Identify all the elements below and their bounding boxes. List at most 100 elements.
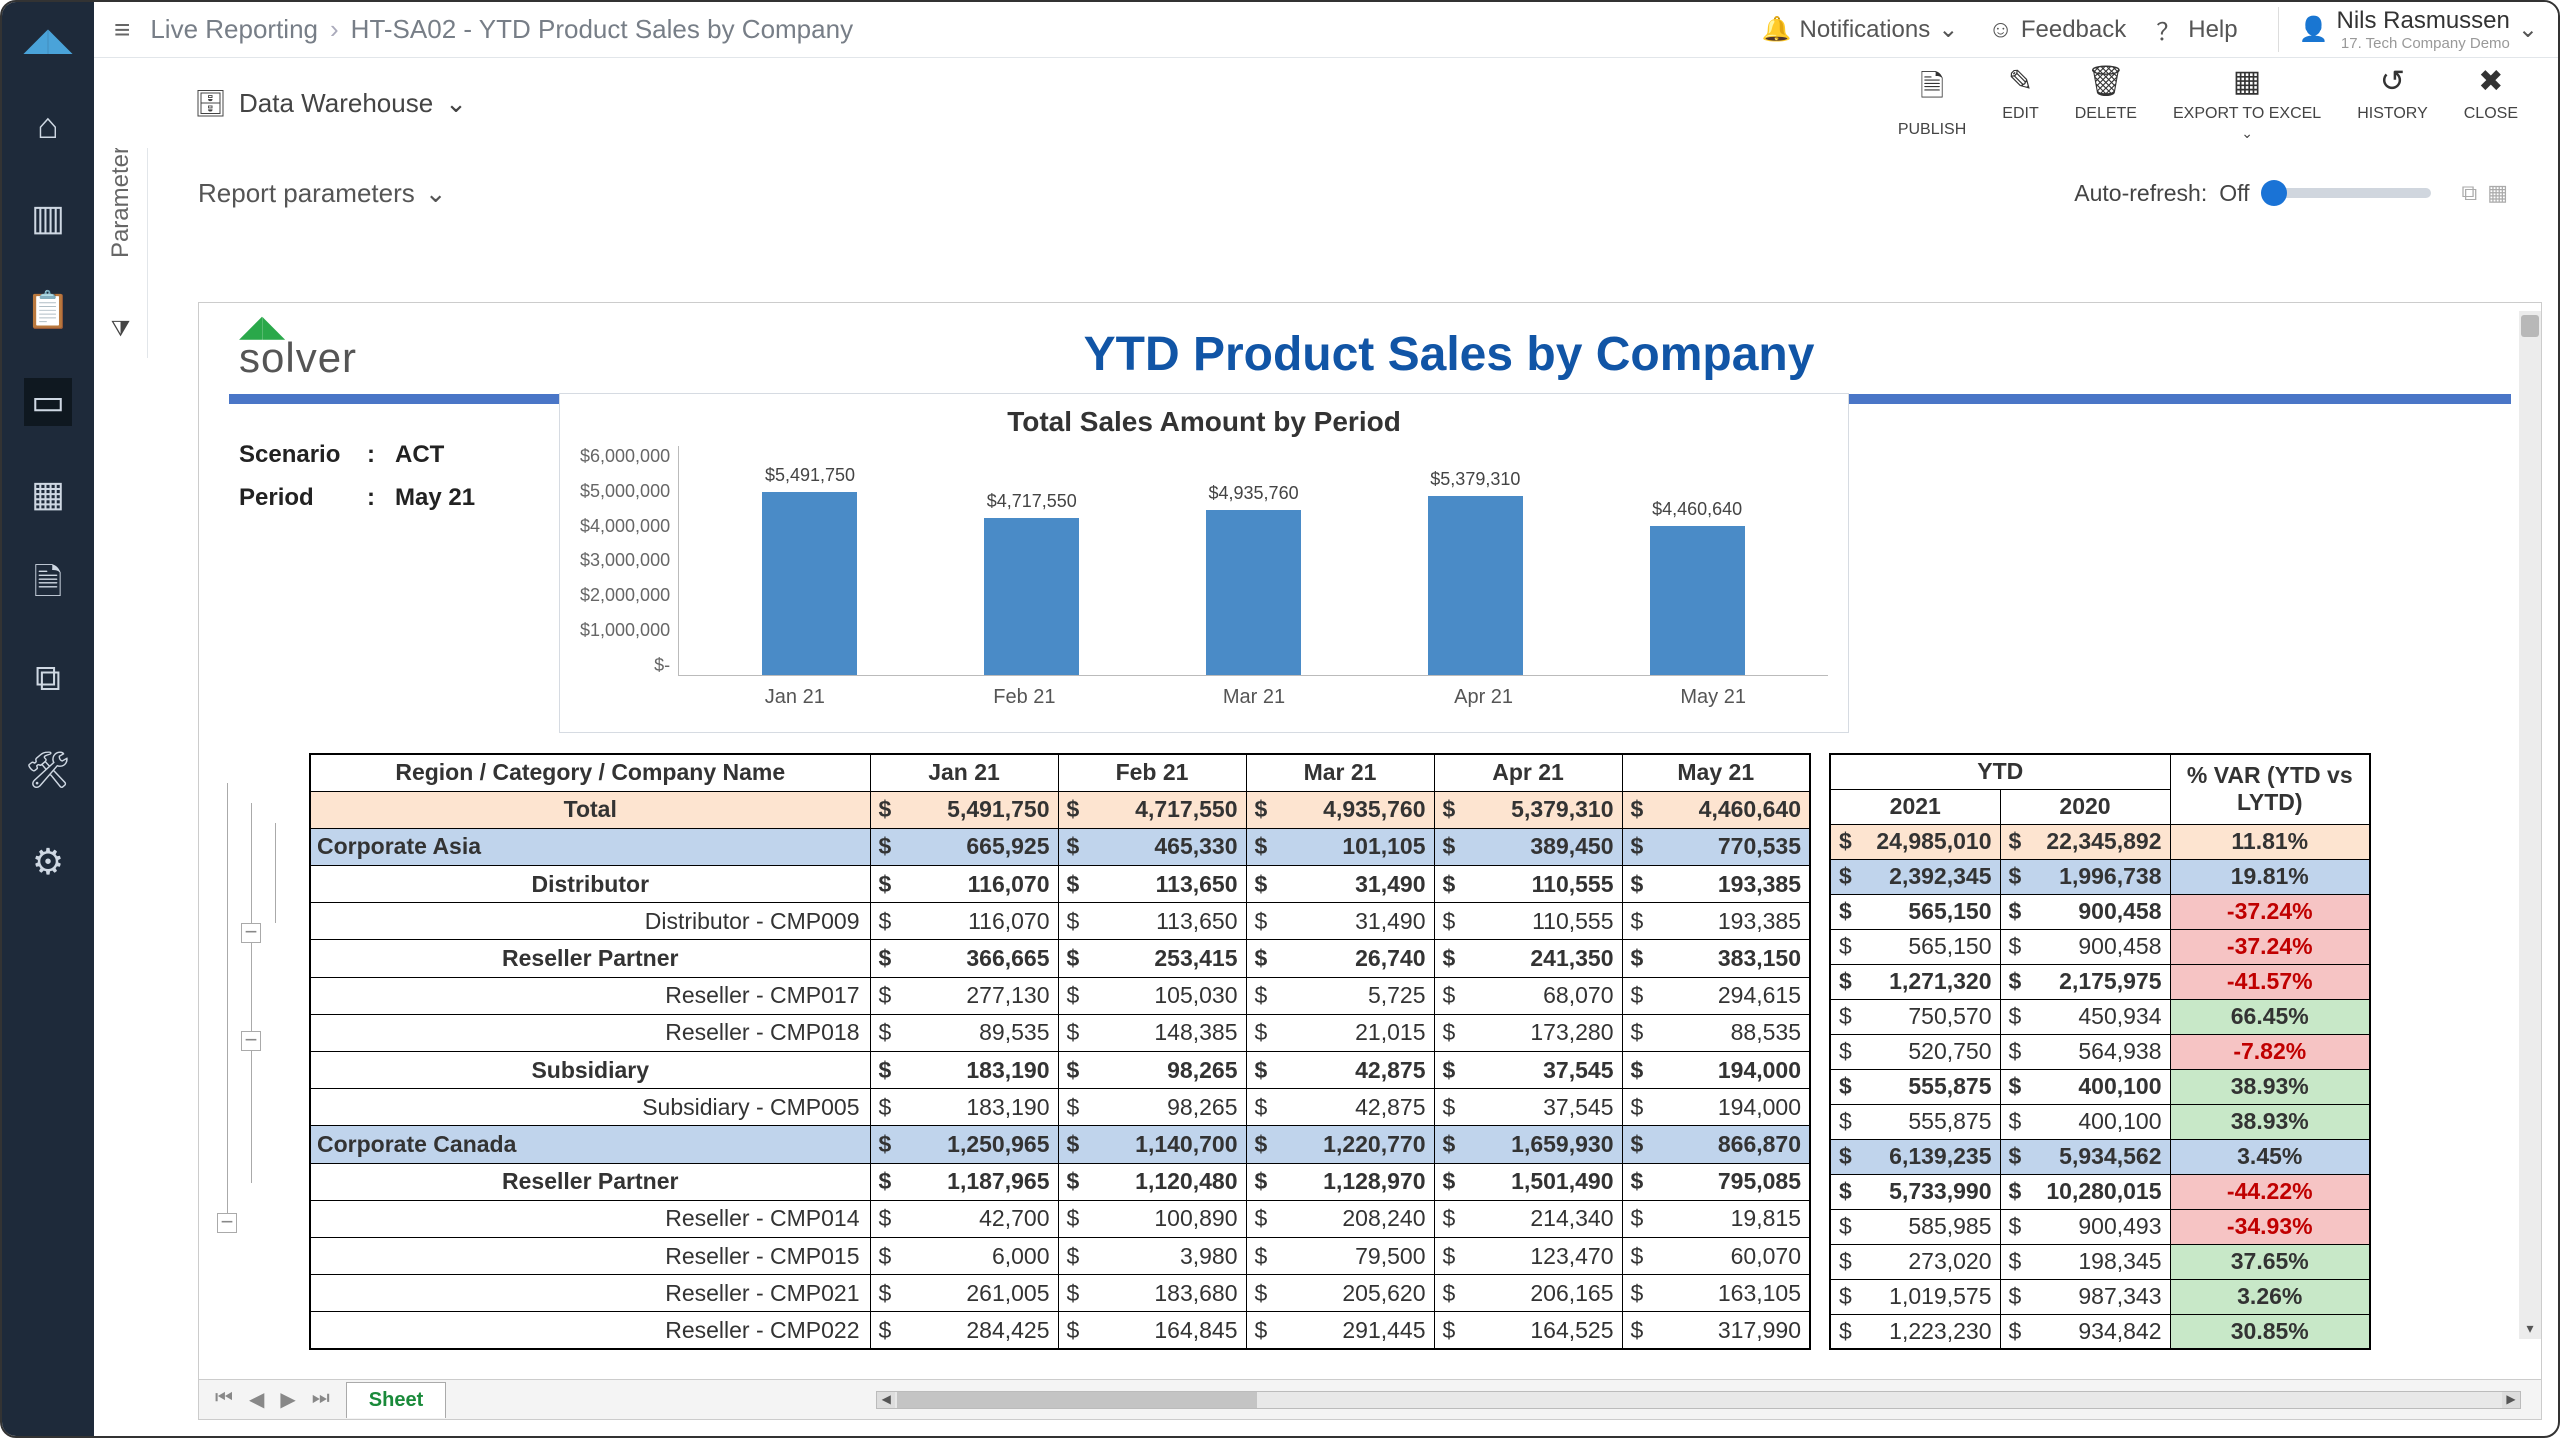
cell: $116,070 — [870, 866, 1058, 903]
notifications-button[interactable]: 🔔 Notifications ⌄ — [1762, 15, 1959, 44]
export-button[interactable]: ▦EXPORT TO EXCEL⌄ — [2173, 64, 2321, 142]
history-button[interactable]: ↺HISTORY — [2357, 64, 2428, 142]
cell: $277,130 — [870, 977, 1058, 1014]
table-row: $6,139,235$5,934,5623.45% — [1830, 1139, 2370, 1174]
table-row: $273,020$198,34537.65% — [1830, 1244, 2370, 1279]
row-label: Distributor — [310, 866, 870, 903]
nav-document-user-icon[interactable]: 🗎 — [24, 562, 72, 610]
nav-tools-icon[interactable]: 🛠 — [24, 746, 72, 794]
grid-icon[interactable]: ▦ — [2487, 180, 2508, 206]
header-bar: ≡ Live Reporting › HT-SA02 - YTD Product… — [94, 2, 2558, 58]
report-parameters-row: Report parameters ⌄ Auto-refresh: Off ⧉ … — [148, 148, 2558, 238]
variance-cell: 3.45% — [2170, 1139, 2370, 1174]
nav-settings-icon[interactable]: ⚙ — [24, 838, 72, 886]
cell: $555,875 — [1830, 1104, 2000, 1139]
hamburger-icon[interactable]: ≡ — [114, 14, 130, 46]
cell: $98,265 — [1058, 1052, 1246, 1089]
cell: $164,845 — [1058, 1312, 1246, 1349]
horizontal-scrollbar[interactable]: ◀ ▶ — [876, 1391, 2521, 1409]
row-label: Reseller - CMP014 — [310, 1200, 870, 1237]
ytd-table: YTD% VAR (YTD vs LYTD)20212020$24,985,01… — [1829, 753, 2371, 1350]
cell: $934,842 — [2000, 1314, 2170, 1349]
help-button[interactable]: ？ Help — [2156, 12, 2237, 47]
cell: $2,175,975 — [2000, 964, 2170, 999]
cell: $1,019,575 — [1830, 1279, 2000, 1314]
table-row: $5,733,990$10,280,015-44.22% — [1830, 1174, 2370, 1209]
cell: $1,128,970 — [1246, 1163, 1434, 1200]
cell: $89,535 — [870, 1014, 1058, 1051]
edit-button[interactable]: ✎EDIT — [2002, 64, 2038, 142]
cell: $5,379,310 — [1434, 791, 1622, 828]
cell: $183,190 — [870, 1052, 1058, 1089]
filter-icon[interactable]: ⧩ — [111, 316, 131, 342]
cell: $400,100 — [2000, 1069, 2170, 1104]
cell: $795,085 — [1622, 1163, 1810, 1200]
cell: $450,934 — [2000, 999, 2170, 1034]
nav-clipboard-icon[interactable]: 📋 — [24, 286, 72, 334]
cell: $183,680 — [1058, 1275, 1246, 1312]
feedback-button[interactable]: ☺ Feedback — [1988, 16, 2126, 44]
table-row: $585,985$900,493-34.93% — [1830, 1209, 2370, 1244]
table-row: Corporate Asia$665,925$465,330$101,105$3… — [310, 828, 1810, 865]
nav-home-icon[interactable]: ⌂ — [24, 102, 72, 150]
trash-icon: 🗑 — [2087, 64, 2125, 99]
cell: $98,265 — [1058, 1089, 1246, 1126]
database-icon: 🗄 — [194, 88, 227, 119]
sheet-nav: ⏮ ◀ ▶ ⏭ — [199, 1387, 346, 1412]
prev-sheet-icon[interactable]: ◀ — [243, 1387, 270, 1412]
cell: $26,740 — [1246, 940, 1434, 977]
table-corner-header: Region / Category / Company Name — [310, 754, 870, 791]
next-sheet-icon[interactable]: ▶ — [274, 1387, 301, 1412]
user-menu[interactable]: 👤 Nils Rasmussen 17. Tech Company Demo ⌄ — [2278, 7, 2538, 52]
user-sub: 17. Tech Company Demo — [2337, 35, 2510, 52]
ytd-year-header: 2020 — [2000, 789, 2170, 824]
table-row: Corporate Canada$1,250,965$1,140,700$1,2… — [310, 1126, 1810, 1163]
breadcrumb: Live Reporting › HT-SA02 - YTD Product S… — [150, 14, 853, 45]
chevron-right-icon: › — [330, 14, 339, 45]
var-header: % VAR (YTD vs LYTD) — [2170, 754, 2370, 824]
publish-label: PUBLISH — [1898, 121, 1966, 139]
last-sheet-icon[interactable]: ⏭ — [306, 1387, 336, 1412]
delete-button[interactable]: 🗑DELETE — [2075, 64, 2137, 142]
cell: $555,875 — [1830, 1069, 2000, 1104]
table-row: Subsidiary - CMP005$183,190$98,265$42,87… — [310, 1089, 1810, 1126]
cell: $750,570 — [1830, 999, 2000, 1034]
first-sheet-icon[interactable]: ⏮ — [209, 1387, 239, 1412]
variance-cell: -7.82% — [2170, 1034, 2370, 1069]
outline-collapse-node[interactable]: − — [241, 1031, 261, 1051]
publish-button[interactable]: 🗎PUBLISH — [1898, 64, 1966, 142]
toolbar: 🗄 Data Warehouse ⌄ 🗎PUBLISH ✎EDIT 🗑DELET… — [94, 58, 2558, 148]
popout-icon[interactable]: ⧉ — [2461, 180, 2477, 206]
cell: $148,385 — [1058, 1014, 1246, 1051]
nav-library-icon[interactable]: ▥ — [24, 194, 72, 242]
datasource-picker[interactable]: 🗄 Data Warehouse ⌄ — [194, 88, 467, 119]
auto-refresh-toggle[interactable] — [2261, 188, 2431, 198]
nav-workflow-icon[interactable]: ⧉ — [24, 654, 72, 702]
close-button[interactable]: ✖CLOSE — [2464, 64, 2518, 142]
row-label: Subsidiary - CMP005 — [310, 1089, 870, 1126]
cell: $261,005 — [870, 1275, 1058, 1312]
ytd-year-header: 2021 — [1830, 789, 2000, 824]
month-header: Feb 21 — [1058, 754, 1246, 791]
row-label: Corporate Canada — [310, 1126, 870, 1163]
cell: $1,120,480 — [1058, 1163, 1246, 1200]
cell: $900,458 — [2000, 929, 2170, 964]
row-label: Reseller Partner — [310, 940, 870, 977]
cell: $31,490 — [1246, 866, 1434, 903]
cell: $105,030 — [1058, 977, 1246, 1014]
outline-collapse-node[interactable]: − — [217, 1213, 237, 1233]
sheet-tab[interactable]: Sheet — [346, 1382, 446, 1418]
outline-collapse-node[interactable]: − — [241, 923, 261, 943]
table-row: Subsidiary$183,190$98,265$42,875$37,545$… — [310, 1052, 1810, 1089]
nav-report-icon[interactable]: ▭ — [24, 378, 72, 426]
table-row: $520,750$564,938-7.82% — [1830, 1034, 2370, 1069]
cell: $4,717,550 — [1058, 791, 1246, 828]
bell-icon: 🔔 — [1762, 15, 1792, 44]
nav-calculator-icon[interactable]: ▦ — [24, 470, 72, 518]
report-parameters-dropdown[interactable]: Report parameters ⌄ — [198, 178, 447, 209]
breadcrumb-root[interactable]: Live Reporting — [150, 14, 318, 45]
cell: $194,000 — [1622, 1052, 1810, 1089]
chevron-down-icon: ⌄ — [445, 88, 467, 119]
chart-bars: $5,491,750$4,717,550$4,935,760$5,379,310… — [678, 446, 1828, 676]
vertical-scrollbar[interactable]: ▾ — [2519, 311, 2541, 1339]
